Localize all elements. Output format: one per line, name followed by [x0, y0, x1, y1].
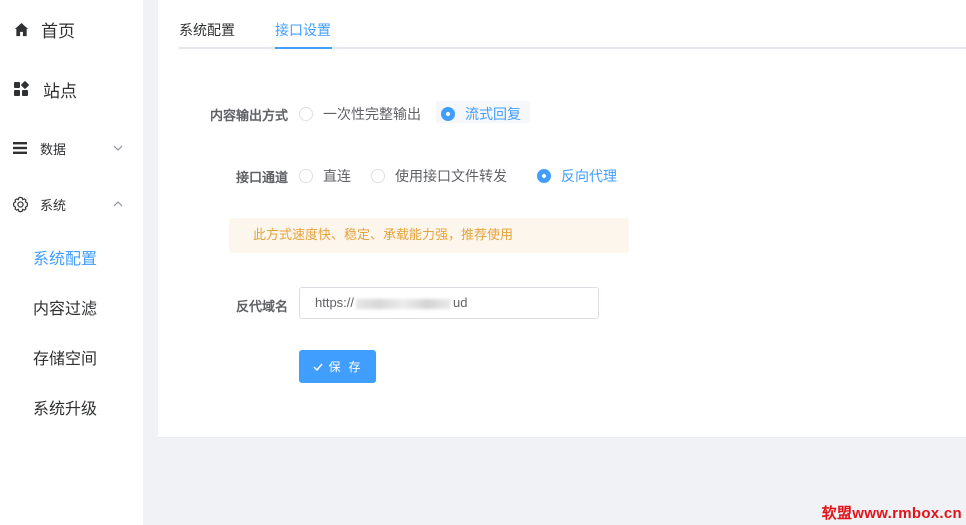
tab-active-indicator — [275, 47, 332, 49]
sidebar-item-label: 首页 — [41, 21, 75, 42]
sidebar-subitem-content-filter[interactable]: 内容过滤 — [33, 295, 97, 319]
radio-direct[interactable]: 直连 — [299, 166, 351, 186]
sidebar: 首页 站点 数据 系统 系统配置 内容过滤 存储空间 系统升级 — [0, 0, 143, 525]
radio-file-forward[interactable]: 使用接口文件转发 — [371, 166, 507, 186]
sidebar-item-home[interactable]: 首页 — [0, 18, 143, 42]
radio-label: 使用接口文件转发 — [395, 169, 507, 185]
sidebar-item-site[interactable]: 站点 — [0, 78, 143, 102]
input-value-suffix: ud — [453, 295, 468, 310]
sidebar-item-label: 站点 — [43, 81, 77, 102]
radio-label: 一次性完整输出 — [323, 107, 421, 123]
proxy-domain-label: 反代域名 — [235, 300, 288, 315]
chevron-down-icon — [113, 143, 123, 153]
chevron-up-icon — [113, 199, 123, 209]
proxy-domain-input[interactable]: https:// ud — [299, 287, 599, 319]
tab-api-settings[interactable]: 接口设置 — [275, 20, 331, 40]
radio-stream-reply[interactable]: 流式回复 — [441, 104, 521, 124]
sidebar-subitem-upgrade[interactable]: 系统升级 — [33, 395, 97, 419]
radio-label: 反向代理 — [561, 169, 617, 185]
save-button[interactable]: 保 存 — [299, 350, 376, 383]
sidebar-item-label: 数据 — [40, 142, 67, 158]
check-icon — [313, 360, 323, 374]
radio-label: 直连 — [323, 169, 351, 185]
home-icon — [12, 20, 30, 38]
radio-circle — [371, 169, 385, 183]
settings-panel: 系统配置 接口设置 内容输出方式 一次性完整输出 流式回复 接口通道 直连 使用… — [158, 0, 966, 438]
sidebar-subitem-system-config[interactable]: 系统配置 — [33, 245, 97, 269]
radio-label: 流式回复 — [465, 107, 521, 123]
sidebar-item-label: 系统 — [40, 198, 67, 214]
radio-circle — [299, 107, 313, 121]
radio-reverse-proxy[interactable]: 反向代理 — [537, 166, 617, 186]
warning-notice: 此方式速度快、稳定、承载能力强，推荐使用 — [229, 218, 629, 253]
sidebar-item-data[interactable]: 数据 — [0, 138, 143, 158]
watermark: 软盟www.rmbox.cn — [821, 505, 962, 522]
gear-icon — [11, 195, 29, 213]
sidebar-item-system[interactable]: 系统 — [0, 194, 143, 214]
input-value-prefix: https:// — [315, 295, 355, 310]
redacted-text — [356, 298, 452, 309]
radio-full-output[interactable]: 一次性完整输出 — [299, 104, 421, 124]
radio-circle — [537, 169, 551, 183]
tab-bar: 系统配置 接口设置 — [179, 0, 966, 49]
output-mode-label: 内容输出方式 — [209, 109, 288, 124]
radio-circle — [299, 169, 313, 183]
sidebar-subitem-storage[interactable]: 存储空间 — [33, 345, 97, 369]
tab-system-config[interactable]: 系统配置 — [179, 20, 235, 40]
radio-circle — [441, 107, 455, 121]
grid-icon — [12, 80, 30, 98]
channel-label: 接口通道 — [235, 171, 288, 186]
list-icon — [11, 139, 29, 157]
save-button-label: 保 存 — [328, 360, 363, 374]
